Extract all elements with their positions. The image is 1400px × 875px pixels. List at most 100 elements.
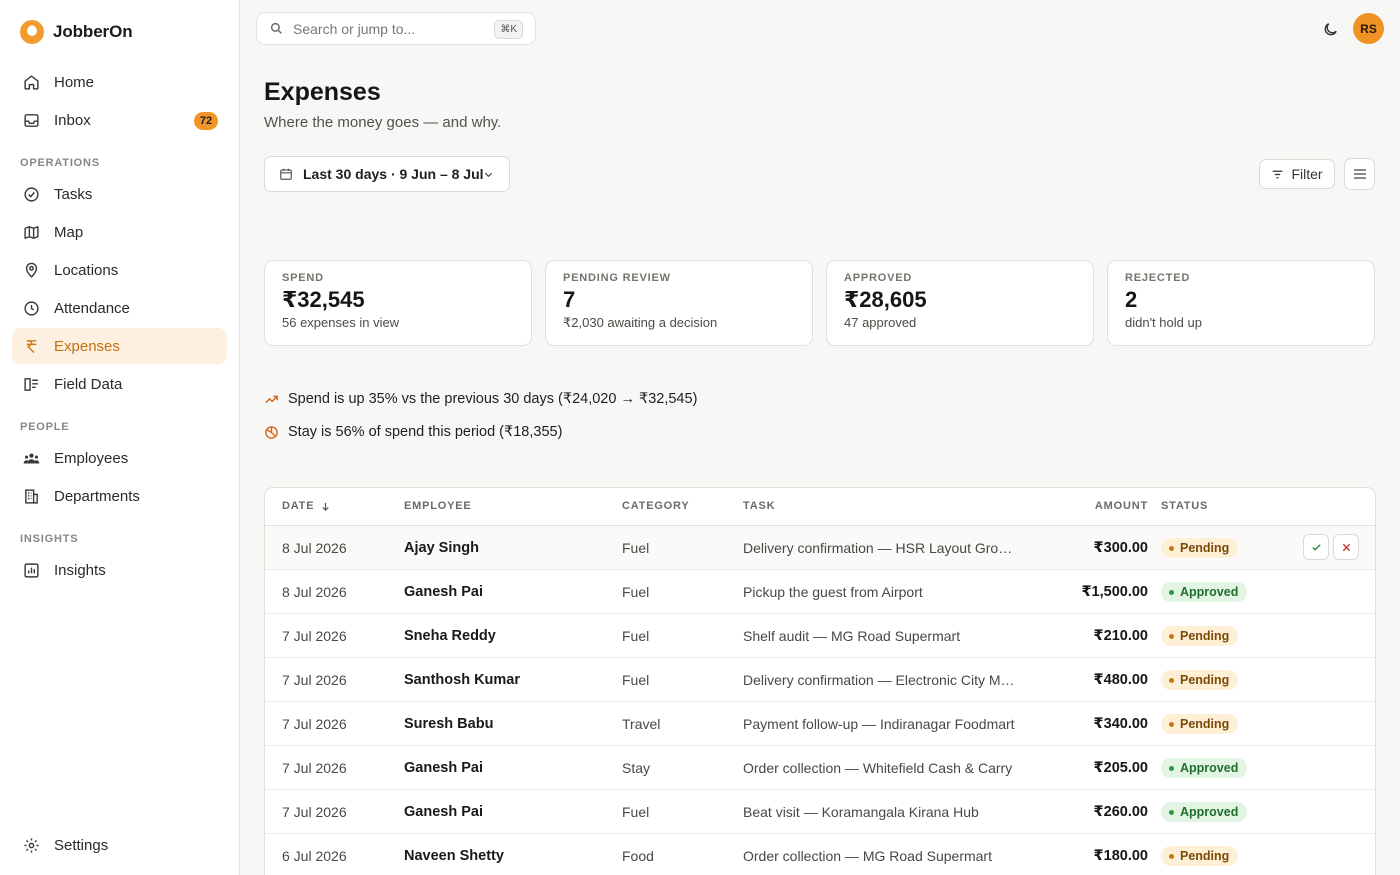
home-icon xyxy=(22,73,40,91)
insight-text: Stay is 56% of spend this period (₹18,35… xyxy=(288,424,563,440)
page-title: Expenses xyxy=(264,78,381,106)
status-dot-icon xyxy=(1169,853,1174,859)
brand[interactable]: JobberOn xyxy=(20,18,133,46)
table-row[interactable]: 8 Jul 2026 Ganesh Pai Fuel Pickup the guest… xyxy=(265,570,1375,614)
table-row[interactable]: 7 Jul 2026 Suresh Babu Travel Payment follo… xyxy=(265,702,1375,746)
status-badge: Approved xyxy=(1161,802,1248,822)
table-header: DATE EMPLOYEE CATEGORY TASK AMOUNT STATU… xyxy=(265,488,1375,526)
filter-icon xyxy=(1273,170,1283,178)
chart-icon xyxy=(22,561,40,579)
table-row[interactable]: 7 Jul 2026 Santhosh Kumar Fuel Delivery con… xyxy=(265,658,1375,702)
moon-icon xyxy=(1324,22,1337,35)
cell-task[interactable]: Order collection — MG Road Supermart xyxy=(743,848,1015,864)
brand-logo-icon xyxy=(20,20,44,44)
insight-spend-trend: Spend is up 35% vs the previous 30 days … xyxy=(264,391,697,407)
status-label: Pending xyxy=(1180,541,1230,555)
sidebar-item-label: Insights xyxy=(54,561,106,579)
cell-task[interactable]: Shelf audit — MG Road Supermart xyxy=(743,628,1015,644)
cell-amount: ₹1,500.00 xyxy=(1081,584,1148,600)
sidebar-item-inbox[interactable]: Inbox 72 xyxy=(12,102,227,138)
cell-task[interactable]: Delivery confirmation — Electronic City … xyxy=(743,672,1015,688)
stat-value: 7 xyxy=(563,287,576,312)
table-row[interactable]: 8 Jul 2026 Ajay Singh Fuel Delivery confirm… xyxy=(265,526,1375,570)
sidebar-item-expenses[interactable]: Expenses xyxy=(12,328,227,364)
column-header-status[interactable]: STATUS xyxy=(1161,500,1208,512)
cell-employee[interactable]: Suresh Babu xyxy=(404,716,493,732)
menu-icon xyxy=(1353,169,1366,179)
approve-button[interactable] xyxy=(1303,534,1329,560)
cell-employee[interactable]: Ajay Singh xyxy=(404,540,479,556)
table-row[interactable]: 6 Jul 2026 Naveen Shetty Food Order collect… xyxy=(265,834,1375,875)
status-badge: Pending xyxy=(1161,714,1239,734)
cell-employee[interactable]: Santhosh Kumar xyxy=(404,672,520,688)
check-icon xyxy=(1311,543,1321,551)
status-dot-icon xyxy=(1169,589,1174,595)
sidebar-item-label: Inbox xyxy=(54,111,91,129)
date-range-select[interactable]: Last 30 days · 9 Jun – 8 Jul xyxy=(264,156,510,192)
cell-category: Fuel xyxy=(622,672,650,688)
cell-employee[interactable]: Ganesh Pai xyxy=(404,584,483,600)
view-menu-button[interactable] xyxy=(1344,158,1375,190)
expenses-table: DATE EMPLOYEE CATEGORY TASK AMOUNT STATU… xyxy=(264,487,1376,875)
sidebar-item-field-data[interactable]: Field Data xyxy=(12,366,227,402)
filter-button[interactable]: Filter xyxy=(1259,159,1335,189)
sidebar-item-home[interactable]: Home xyxy=(12,64,227,100)
cell-task[interactable]: Pickup the guest from Airport xyxy=(743,584,1015,600)
cell-task[interactable]: Beat visit — Koramangala Kirana Hub xyxy=(743,804,1015,820)
status-dot-icon xyxy=(1169,809,1174,815)
map-icon xyxy=(22,223,40,241)
avatar[interactable]: RS xyxy=(1353,13,1384,44)
cell-amount: ₹340.00 xyxy=(1093,716,1148,732)
theme-toggle-button[interactable] xyxy=(1318,17,1342,41)
cell-date: 6 Jul 2026 xyxy=(282,848,347,864)
table-row[interactable]: 7 Jul 2026 Ganesh Pai Stay Order collection… xyxy=(265,746,1375,790)
stat-card-pending-review: PENDING REVIEW 7 ₹2,030 awaiting a decis… xyxy=(545,260,813,346)
cell-date: 7 Jul 2026 xyxy=(282,628,347,644)
cell-task[interactable]: Delivery confirmation — HSR Layout Groce… xyxy=(743,540,1015,556)
search-input[interactable] xyxy=(293,20,483,37)
table-row[interactable]: 7 Jul 2026 Sneha Reddy Fuel Shelf audit — M… xyxy=(265,614,1375,658)
sidebar-item-insights[interactable]: Insights xyxy=(12,552,227,588)
cell-date: 7 Jul 2026 xyxy=(282,760,347,776)
cell-employee[interactable]: Ganesh Pai xyxy=(404,804,483,820)
reject-button[interactable] xyxy=(1333,534,1359,560)
cell-category: Fuel xyxy=(622,584,650,600)
sidebar-item-attendance[interactable]: Attendance xyxy=(12,290,227,326)
cell-task[interactable]: Payment follow-up — Indiranagar Foodmart xyxy=(743,716,1015,732)
column-header-task[interactable]: TASK xyxy=(743,500,775,512)
table-row[interactable]: 7 Jul 2026 Ganesh Pai Fuel Beat visit — Kor… xyxy=(265,790,1375,834)
sidebar-item-label: Expenses xyxy=(54,337,120,355)
status-label: Approved xyxy=(1180,805,1239,819)
sidebar-item-employees[interactable]: Employees xyxy=(12,440,227,476)
cell-date: 7 Jul 2026 xyxy=(282,716,347,732)
sidebar-item-settings[interactable]: Settings xyxy=(12,827,227,863)
column-header-date[interactable]: DATE xyxy=(282,500,331,512)
sidebar-item-label: Locations xyxy=(54,261,119,279)
sidebar-item-label: Settings xyxy=(54,836,109,854)
sidebar-item-label: Departments xyxy=(54,487,140,505)
cell-task[interactable]: Order collection — Whitefield Cash & Car… xyxy=(743,760,1015,776)
cell-employee[interactable]: Sneha Reddy xyxy=(404,628,496,644)
users-icon xyxy=(22,449,40,467)
search-bar[interactable]: ⌘K xyxy=(256,12,536,45)
sidebar-item-map[interactable]: Map xyxy=(12,214,227,250)
trending-up-icon xyxy=(265,395,278,403)
sidebar-item-label: Attendance xyxy=(54,299,130,317)
column-header-employee[interactable]: EMPLOYEE xyxy=(404,500,472,512)
cell-category: Fuel xyxy=(622,540,650,556)
status-dot-icon xyxy=(1169,545,1174,551)
sidebar-item-departments[interactable]: Departments xyxy=(12,478,227,514)
status-dot-icon xyxy=(1169,721,1174,727)
sidebar-item-locations[interactable]: Locations xyxy=(12,252,227,288)
cell-employee[interactable]: Naveen Shetty xyxy=(404,848,504,864)
sidebar-item-tasks[interactable]: Tasks xyxy=(12,176,227,212)
status-label: Approved xyxy=(1180,585,1239,599)
status-badge: Approved xyxy=(1161,758,1248,778)
cell-employee[interactable]: Ganesh Pai xyxy=(404,760,483,776)
column-header-category[interactable]: CATEGORY xyxy=(622,500,690,512)
cell-category: Food xyxy=(622,848,654,864)
field-data-icon xyxy=(22,375,40,393)
column-header-amount[interactable]: AMOUNT xyxy=(1095,500,1148,512)
stat-subtext: didn't hold up xyxy=(1125,315,1202,330)
stat-subtext: ₹2,030 awaiting a decision xyxy=(563,315,718,330)
